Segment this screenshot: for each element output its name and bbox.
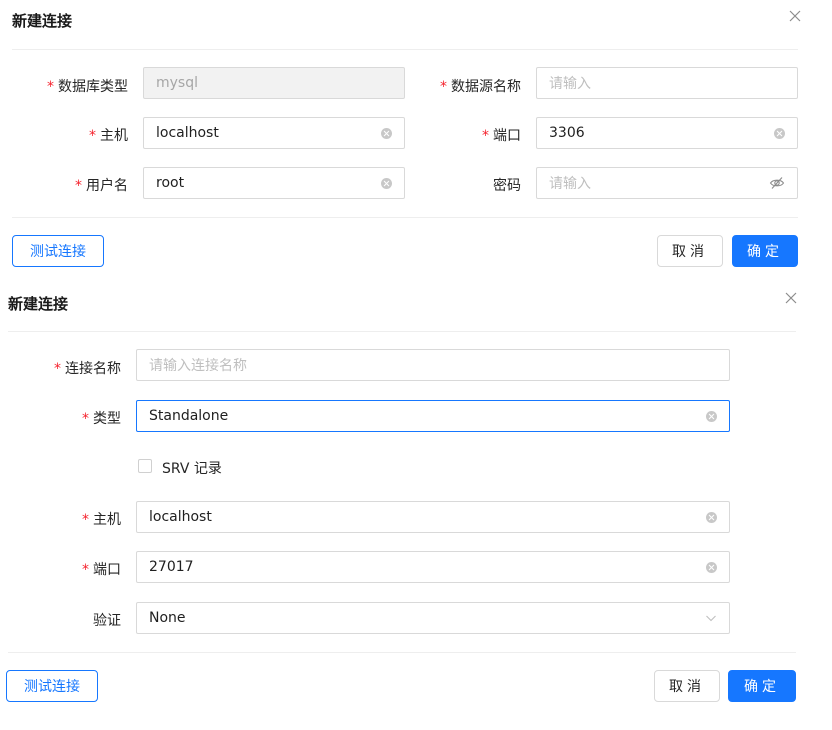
clear-icon[interactable] [706,511,717,523]
clear-icon[interactable] [381,177,392,189]
conn-name-placeholder: 请输入连接名称 [149,358,247,374]
username-label: * 用户名 [75,178,128,194]
port-label: * 端口 [82,562,121,578]
clear-icon[interactable] [706,410,717,422]
test-connection-button[interactable]: 测试连接 [6,670,98,702]
type-label: * 类型 [82,411,121,427]
auth-label: 验证 [93,613,121,629]
mysql-connection-dialog: 新建连接 * 数据库类型 mysql * 数据源名称 请输入 * 主机 localho… [0,0,832,285]
type-value: Standalone [149,408,229,424]
cancel-button[interactable]: 取消 [657,235,723,267]
test-connection-button[interactable]: 测试连接 [12,235,104,267]
conn-name-input[interactable]: 请输入连接名称 [136,349,730,381]
host-value: localhost [149,509,212,525]
required-mark: * [75,178,82,194]
auth-value: None [149,610,186,626]
confirm-button[interactable]: 确定 [728,670,796,702]
required-mark: * [440,79,447,95]
port-value: 27017 [149,559,194,575]
chevron-down-icon [706,615,716,622]
dialog-title: 新建连接 [12,12,73,30]
clear-icon[interactable] [774,127,785,139]
port-input[interactable]: 27017 [136,551,730,583]
srv-label: SRV 记录 [162,461,222,477]
port-value: 3306 [549,125,585,141]
clear-icon[interactable] [381,127,392,139]
footer-divider [8,652,796,653]
port-label: * 端口 [482,128,521,144]
conn-name-label: * 连接名称 [54,361,121,377]
host-value: localhost [156,125,219,141]
host-label: * 主机 [82,512,121,528]
clear-icon[interactable] [706,561,717,573]
host-input[interactable]: localhost [136,501,730,533]
datasource-name-placeholder: 请输入 [549,76,591,92]
host-input[interactable]: localhost [143,117,405,149]
auth-select[interactable]: None [136,602,730,634]
close-icon[interactable] [787,8,803,24]
required-mark: * [54,361,61,377]
password-input[interactable]: 请输入 [536,167,798,199]
confirm-button[interactable]: 确定 [732,235,798,267]
cancel-button[interactable]: 取消 [654,670,720,702]
port-input[interactable]: 3306 [536,117,798,149]
db-type-value: mysql [156,75,198,91]
db-type-input[interactable]: mysql [143,67,405,99]
close-icon[interactable] [783,290,799,306]
type-select[interactable]: Standalone [136,400,730,432]
password-label: 密码 [493,178,521,194]
footer-divider [12,217,798,218]
dialog-title: 新建连接 [8,295,69,313]
required-mark: * [47,79,54,95]
required-mark: * [82,562,89,578]
mongodb-connection-dialog: 新建连接 * 连接名称 请输入连接名称 * 类型 Standalone SRV 记录… [0,285,832,730]
required-mark: * [482,128,489,144]
datasource-name-input[interactable]: 请输入 [536,67,798,99]
username-value: root [156,175,185,191]
required-mark: * [82,411,89,427]
header-divider [12,49,798,50]
password-placeholder: 请输入 [549,176,591,192]
db-type-label: * 数据库类型 [47,79,128,95]
srv-checkbox[interactable] [138,459,152,473]
host-label: * 主机 [89,128,128,144]
datasource-name-label: * 数据源名称 [440,79,521,95]
required-mark: * [89,128,96,144]
username-input[interactable]: root [143,167,405,199]
eye-off-icon[interactable] [769,175,785,191]
required-mark: * [82,512,89,528]
header-divider [8,331,796,332]
